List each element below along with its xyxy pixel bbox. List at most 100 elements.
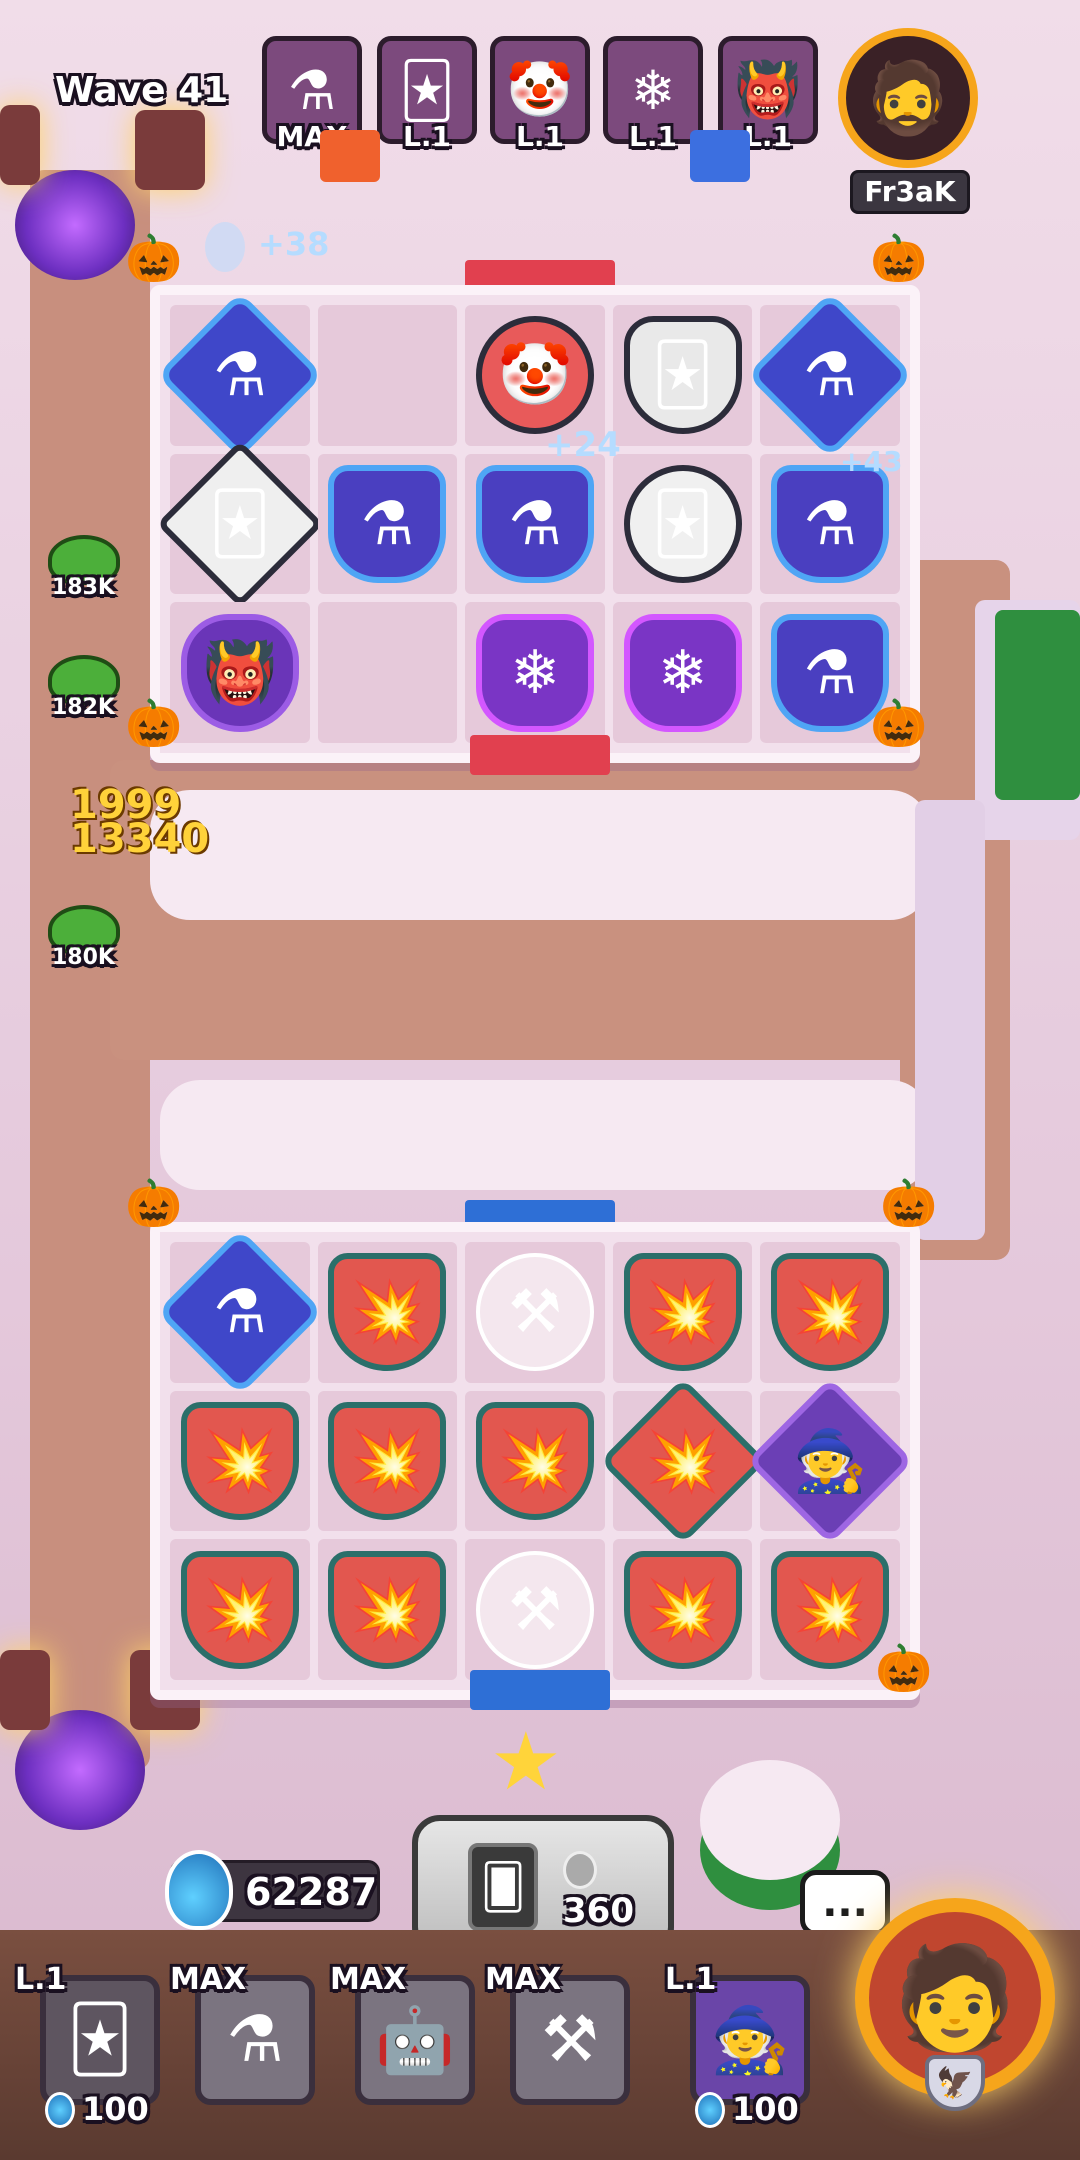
- opponent-board-cell[interactable]: ⚗: [746, 291, 914, 459]
- hero-bandana-icon: 🧑: [892, 1939, 1018, 2056]
- player-board-unit[interactable]: ⚗: [156, 1228, 324, 1396]
- player-board-unit[interactable]: ⚒: [475, 1253, 594, 1372]
- mana-gain-text: +38: [258, 225, 330, 263]
- player-board-cell[interactable]: 💥: [317, 1539, 458, 1680]
- jester-red-icon: 🤡: [506, 58, 574, 121]
- opponent-board-cell[interactable]: ⚗: [156, 291, 324, 459]
- opponent-board-unit[interactable]: 🃏: [623, 316, 742, 435]
- player-board-cell[interactable]: 💥: [599, 1377, 767, 1545]
- player-board-unit[interactable]: 💥: [328, 1401, 447, 1520]
- player-board-unit[interactable]: 💥: [623, 1253, 742, 1372]
- pumpkin-icon: 🎃: [875, 1641, 933, 1695]
- opponent-board-cell[interactable]: 🃏: [612, 305, 753, 446]
- unit-icon: ❄: [509, 637, 561, 708]
- snow-bank-top: [150, 790, 930, 920]
- unit-icon: ❄: [657, 637, 708, 708]
- opponent-board-cell[interactable]: [317, 305, 458, 446]
- opponent-avatar[interactable]: 🧔: [838, 28, 978, 168]
- anvil-icon: ⚒: [541, 2003, 599, 2077]
- opponent-board: ⚗ 🤡 🃏 ⚗ 🃏 ⚗ ⚗ 🃏 ⚗ 👹 ❄ ❄ ⚗: [150, 285, 920, 763]
- pumpkin-icon: 🎃: [870, 696, 928, 750]
- player-board-cell[interactable]: ⚒: [465, 1539, 605, 1680]
- player-board-cell[interactable]: 💥: [317, 1390, 458, 1532]
- float-text: +43: [840, 445, 903, 478]
- opponent-board-cell[interactable]: 🃏: [156, 440, 324, 608]
- player-board-cell[interactable]: 💥: [170, 1539, 310, 1680]
- player-board-cell[interactable]: 💥: [317, 1242, 458, 1383]
- opponent-board-unit[interactable]: ❄: [475, 613, 594, 732]
- enemy-hp: 182K: [52, 695, 115, 720]
- opponent-deck-level: L.1: [516, 120, 564, 153]
- mana-flask-icon: [45, 2092, 75, 2128]
- player-board: ⚗ 💥 ⚒ 💥 💥 💥 💥 💥 💥 🧙 💥 💥 ⚒ 💥 💥: [150, 1222, 920, 1700]
- player-board-cell[interactable]: 💥: [612, 1242, 753, 1383]
- unit-icon: ⚗: [803, 340, 858, 411]
- lantern-icon: [0, 105, 40, 185]
- hand-card-level: MAX: [330, 1962, 407, 1997]
- player-board-unit[interactable]: 💥: [623, 1550, 742, 1669]
- opponent-board-unit[interactable]: ⚗: [156, 291, 324, 459]
- player-board-unit[interactable]: 💥: [180, 1401, 299, 1520]
- player-banner-bottom: [470, 1670, 610, 1710]
- player-board-unit[interactable]: 💥: [771, 1253, 890, 1372]
- hand-card-level: MAX: [170, 1962, 247, 1997]
- mana-flask-icon: [165, 1850, 233, 1930]
- opponent-board-unit[interactable]: 🤡: [475, 316, 594, 435]
- hand-card-cost: 100: [732, 2090, 799, 2128]
- player-board-cell[interactable]: 💥: [760, 1242, 900, 1383]
- opponent-deck-level: L.1: [403, 120, 451, 153]
- pumpkin-icon: 🎃: [125, 1176, 183, 1230]
- opponent-board-cell[interactable]: ⚗: [317, 453, 458, 595]
- opponent-board-unit[interactable]: ❄: [623, 613, 742, 732]
- opponent-board-unit[interactable]: 👹: [180, 613, 299, 732]
- unit-icon: ⚗: [803, 488, 858, 559]
- player-board-unit[interactable]: ⚒: [475, 1550, 594, 1669]
- opponent-board-cell[interactable]: ❄: [612, 602, 753, 743]
- unit-icon: ⚒: [508, 1277, 562, 1348]
- player-board-unit[interactable]: 💥: [599, 1377, 767, 1545]
- unit-icon: 💥: [792, 1277, 868, 1348]
- unit-icon: 💥: [350, 1425, 425, 1496]
- player-board-cell[interactable]: ⚒: [465, 1242, 605, 1383]
- unit-icon: 💥: [792, 1574, 868, 1645]
- player-board-cell[interactable]: 🧙: [746, 1377, 914, 1545]
- player-board-unit[interactable]: 💥: [328, 1253, 447, 1372]
- opponent-board-unit[interactable]: ⚗: [475, 464, 594, 583]
- unit-icon: ⚗: [212, 1277, 267, 1348]
- pumpkin-icon: 🎃: [125, 231, 183, 285]
- hand-card-level: MAX: [485, 1962, 562, 1997]
- opponent-board-unit[interactable]: ⚗: [771, 464, 890, 583]
- opponent-board-cell[interactable]: 🃏: [612, 453, 753, 595]
- unit-icon: 💥: [645, 1574, 720, 1645]
- opponent-banner-bottom: [470, 735, 610, 775]
- opponent-board-cell[interactable]: 👹: [170, 602, 310, 743]
- snow-bank-bottom: [160, 1080, 930, 1190]
- unit-icon: 🃏: [651, 488, 714, 559]
- player-board-cell[interactable]: ⚗: [156, 1228, 324, 1396]
- player-board-cell[interactable]: 💥: [465, 1390, 605, 1532]
- castle-tower: [915, 800, 985, 1240]
- unit-icon: ⚗: [212, 340, 267, 411]
- summon-cost: 360: [563, 1891, 634, 1931]
- opponent-board-unit[interactable]: 🃏: [156, 440, 324, 608]
- opponent-board-cell[interactable]: [317, 602, 458, 743]
- chat-button[interactable]: ...: [800, 1870, 890, 1936]
- player-board-unit[interactable]: 💥: [328, 1550, 447, 1669]
- opponent-board-cell[interactable]: ❄: [465, 602, 605, 743]
- gift-icon: [690, 130, 750, 182]
- opponent-board-cell[interactable]: ⚗: [465, 453, 605, 595]
- player-board-unit[interactable]: 💥: [771, 1550, 890, 1669]
- frost-mage-icon: ❄: [630, 58, 676, 122]
- opponent-board-unit[interactable]: ⚗: [746, 291, 914, 459]
- unit-icon: ⚗: [508, 488, 562, 559]
- player-board-unit[interactable]: 🧙: [746, 1377, 914, 1545]
- player-board-unit[interactable]: 💥: [180, 1550, 299, 1669]
- player-board-unit[interactable]: 💥: [475, 1401, 594, 1520]
- player-board-cell[interactable]: 💥: [612, 1539, 753, 1680]
- mana-flask-icon: [563, 1851, 597, 1889]
- pumpkin-icon: 🎃: [125, 696, 183, 750]
- unit-icon: ⚒: [508, 1574, 562, 1645]
- player-board-cell[interactable]: 💥: [170, 1390, 310, 1532]
- opponent-board-unit[interactable]: ⚗: [328, 464, 447, 583]
- opponent-board-unit[interactable]: 🃏: [623, 464, 742, 583]
